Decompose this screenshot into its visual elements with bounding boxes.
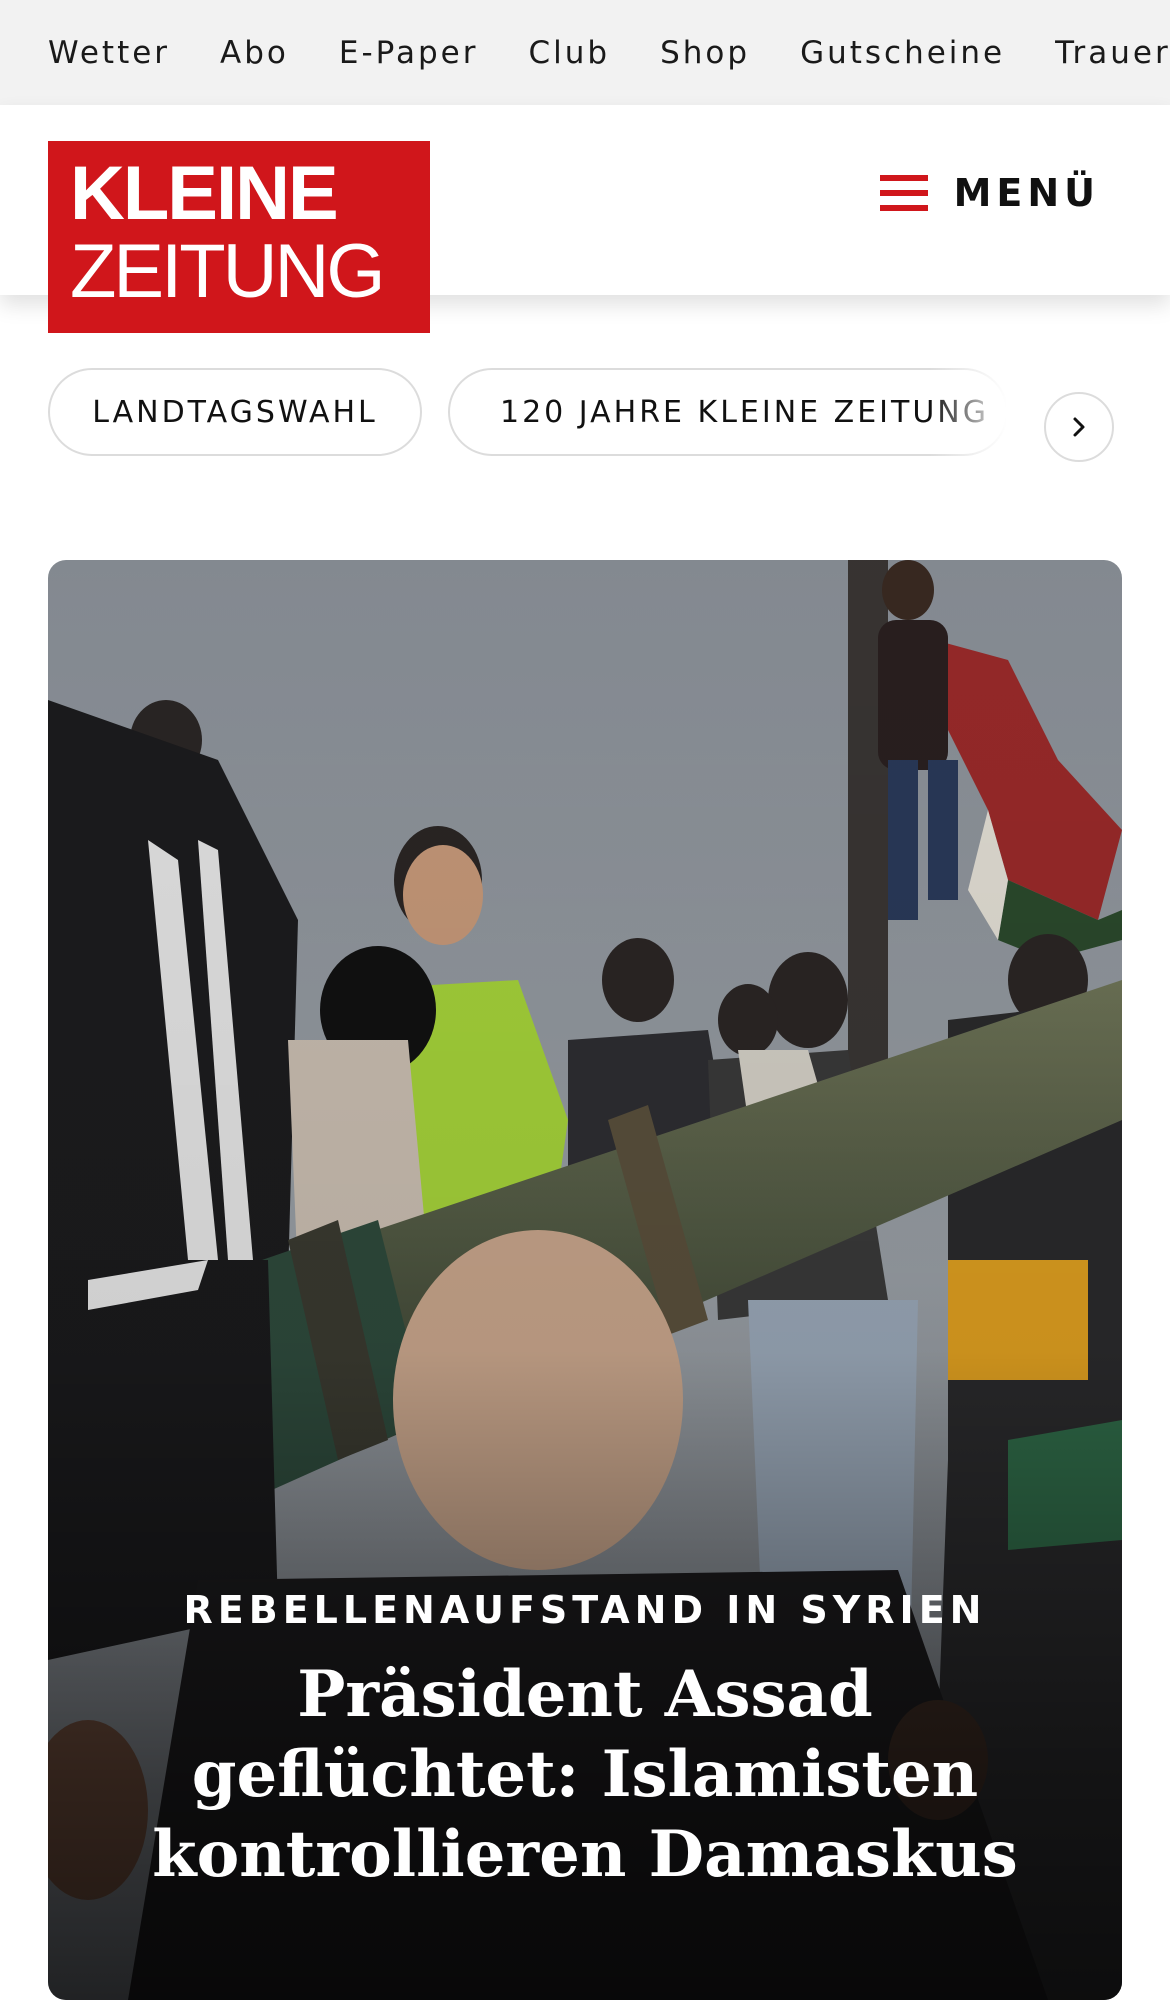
article-headline[interactable]: Präsident Assad geflüchtet: Islamisten k… <box>108 1655 1062 1895</box>
menu-button[interactable]: MENÜ <box>879 171 1100 215</box>
logo-line-2: ZEITUNG <box>70 229 386 314</box>
tag-120-jahre-kleine-zeitung[interactable]: 120 JAHRE KLEINE ZEITUNG <box>448 368 1008 456</box>
menu-label: MENÜ <box>953 171 1100 215</box>
tags-fade-overlay <box>930 368 1040 460</box>
topic-tags-row: LANDTAGSWAHL 120 JAHRE KLEINE ZEITUNG <box>0 368 1170 462</box>
top-utility-nav: Wetter Abo E-Paper Club Shop Gutscheine … <box>0 0 1170 105</box>
nav-item-abo[interactable]: Abo <box>220 35 289 71</box>
hamburger-icon <box>879 175 928 211</box>
nav-item-shop[interactable]: Shop <box>660 35 750 71</box>
chevron-right-icon <box>1073 417 1085 437</box>
tag-landtagswahl[interactable]: LANDTAGSWAHL <box>48 368 422 456</box>
kleine-zeitung-logo[interactable]: KLEINE ZEITUNG <box>48 141 430 333</box>
nav-item-wetter[interactable]: Wetter <box>48 35 170 71</box>
site-header: KLEINE ZEITUNG MENÜ <box>0 105 1170 333</box>
nav-item-gutscheine[interactable]: Gutscheine <box>800 35 1005 71</box>
logo-line-1: KLEINE <box>70 151 339 236</box>
hero-article-teaser[interactable]: REBELLENAUFSTAND IN SYRIEN Präsident Ass… <box>48 560 1122 2000</box>
nav-item-epaper[interactable]: E-Paper <box>339 35 479 71</box>
nav-item-trauerportal[interactable]: Trauerportal <box>1055 35 1170 71</box>
article-kicker: REBELLENAUFSTAND IN SYRIEN <box>183 1588 987 1632</box>
nav-item-club[interactable]: Club <box>528 35 610 71</box>
utility-nav-list: Wetter Abo E-Paper Club Shop Gutscheine … <box>0 0 1170 105</box>
tags-next-button[interactable] <box>1044 392 1114 462</box>
